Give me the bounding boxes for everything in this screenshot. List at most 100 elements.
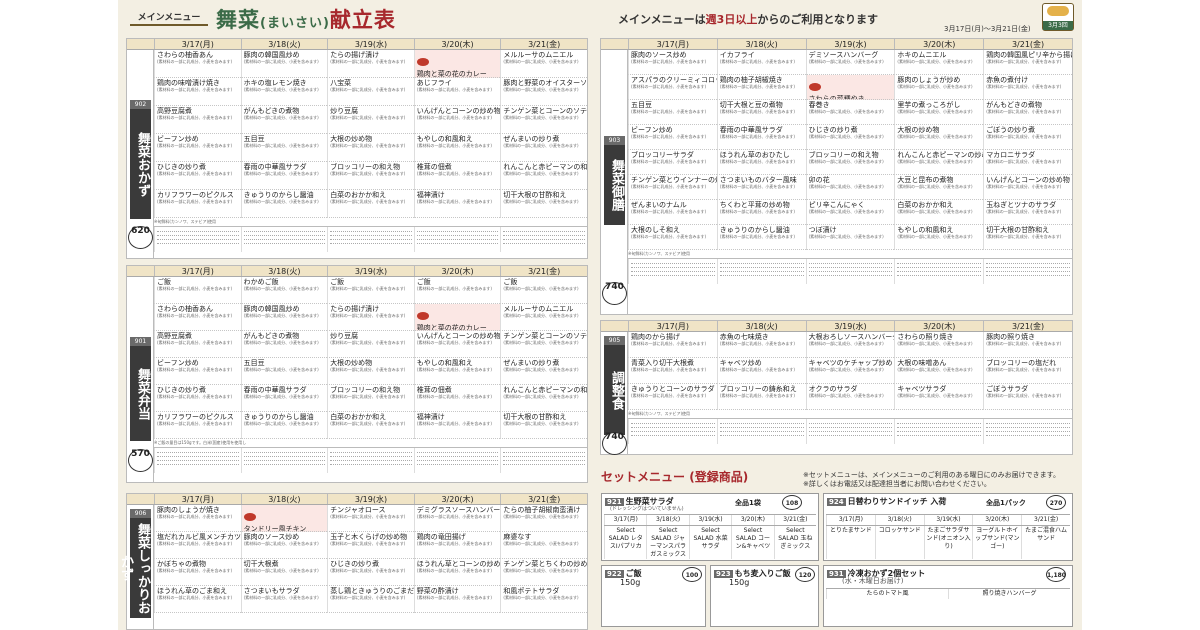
menu-cell: 春雨の中華風サラダ (素材料の一部に乳成分、小麦を含みます) bbox=[240, 385, 328, 412]
rice-box: 922 ご飯 150g 100 bbox=[601, 565, 706, 627]
dish-name: ビーフン炒め bbox=[157, 359, 239, 367]
salad-day: 3/18(火) bbox=[646, 515, 688, 525]
dish-note: (素材料の一部に乳成分、小麦を含みます) bbox=[897, 341, 973, 346]
nutrition-line bbox=[897, 262, 982, 264]
menu-cell: 切干大根の甘酢和え (素材料の一部に乳成分、小麦を含みます) bbox=[500, 190, 587, 218]
menu-cell: キャベツ炒め (素材料の一部に乳成分、小麦を含みます) bbox=[716, 358, 806, 384]
nutrition-line bbox=[157, 234, 239, 236]
dish-name: イカフライ bbox=[720, 51, 804, 59]
recommend-icon bbox=[243, 512, 256, 521]
menu-cell: 炒り豆腐 (素材料の一部に乳成分、小麦を含みます) bbox=[327, 331, 414, 358]
dish-text: ご飯 bbox=[330, 278, 345, 286]
salad-day: 3/17(月) bbox=[604, 515, 646, 525]
dish-text: 春雨の中華風サラダ bbox=[243, 386, 307, 394]
menu-grid: 豚肉のソース炒め (素材料の一部に乳成分、小麦を含みます) イカフライ (素材料の一部… bbox=[628, 50, 1072, 250]
nutrition-cell bbox=[327, 227, 414, 252]
date-range: 3月17日(月)〜3月21日(金) bbox=[944, 25, 1031, 33]
dish-text: ビーフン炒め bbox=[157, 359, 199, 367]
nutrition-line bbox=[986, 274, 1070, 276]
dish-text: さわらの照り焼き bbox=[897, 333, 954, 341]
title-sub: 献立表 bbox=[329, 8, 396, 32]
nutrition-cell bbox=[716, 419, 806, 444]
dish-text: ビーフン炒め bbox=[157, 135, 199, 143]
dish-text: がんもどきの煮物 bbox=[986, 101, 1042, 109]
sandwich-item: たまごサラダサンド(オニオン入り) bbox=[923, 526, 973, 559]
dish-name: 鶏肉と菜の花のカレー bbox=[417, 70, 499, 77]
menu-cell: 赤魚の煮付け (素材料の一部に乳成分、小麦を含みます) bbox=[983, 75, 1072, 100]
day-header: 3/21(金) bbox=[500, 39, 587, 49]
dish-note: (素材料の一部に乳成分、小麦を含みます) bbox=[503, 340, 579, 345]
nutrition-line bbox=[897, 426, 982, 428]
dish-name: 春雨の中華風サラダ bbox=[720, 126, 804, 134]
day-header-spacer bbox=[601, 39, 628, 49]
nutrition-line bbox=[157, 230, 239, 232]
recommend-icon bbox=[416, 57, 429, 66]
dish-note: (素材料の一部に乳成分、小麦を含みます) bbox=[897, 134, 973, 139]
nutrition-line bbox=[897, 270, 982, 272]
dish-note: (素材料の一部に乳成分、小麦を含みます) bbox=[416, 171, 492, 176]
day-header: 3/20(木) bbox=[413, 39, 501, 49]
dish-note: (素材料の一部に乳成分、小麦を含みます) bbox=[503, 568, 579, 573]
nutrition-line bbox=[330, 463, 412, 465]
dish-text: ビーフン炒め bbox=[631, 126, 673, 134]
nutrition-cell bbox=[413, 448, 501, 473]
nutrition-row bbox=[628, 258, 1072, 284]
menu-cell: いんげんとコーンの炒め物 (素材料の一部に乳成分、小麦を含みます) bbox=[413, 331, 501, 358]
nutrition-line bbox=[416, 459, 499, 461]
dish-name: ごぼうの炒り煮 bbox=[986, 126, 1070, 134]
dish-note: (素材料の一部に乳成分、小麦を含みます) bbox=[808, 134, 884, 139]
menu-cell: ぜんまいの炒り煮 (素材料の一部に乳成分、小麦を含みます) bbox=[500, 358, 587, 385]
nutrition-cell bbox=[240, 448, 328, 473]
nutrition-line bbox=[719, 270, 804, 272]
salad-day: 3/20(木) bbox=[731, 515, 773, 525]
dish-note: (素材料の一部に乳成分、小麦を含みます) bbox=[719, 341, 795, 346]
salad-item: Select SALAD 水菜サラダ bbox=[688, 526, 731, 559]
menu-cell: 麻婆なす (素材料の一部に乳成分、小麦を含みます) bbox=[500, 532, 587, 559]
dish-name: 野菜の酢漬け bbox=[417, 587, 499, 595]
nutrition-line bbox=[416, 230, 499, 232]
menu-cell: 鶏肉の柚子胡椒焼き (素材料の一部に乳成分、小麦を含みます) bbox=[716, 75, 806, 100]
dish-note: (素材料の一部に乳成分、小麦を含みます) bbox=[986, 184, 1062, 189]
dish-text: チンゲン菜とコーンのソテー bbox=[503, 107, 587, 115]
dish-text: デミグラスソースハンバーグ bbox=[416, 506, 501, 514]
dish-note: (素材料の一部に乳成分、小麦を含みます) bbox=[503, 87, 579, 92]
menu-cell: きゅうりのからし醤油 (素材料の一部に乳成分、小麦を含みます) bbox=[716, 225, 806, 250]
set-title-sub: (登録商品) bbox=[689, 470, 749, 484]
dish-note: (素材料の一部に乳成分、小麦を含みます) bbox=[503, 541, 579, 546]
dish-text: れんこんと赤ピーマンの炒め物 bbox=[897, 151, 983, 159]
dish-name: きゅうりのからし醤油 bbox=[244, 191, 326, 199]
category-code: 903 bbox=[604, 136, 625, 145]
salad-label: 全品1袋 bbox=[735, 499, 761, 507]
price-value: 740 bbox=[605, 282, 624, 292]
day-header: 3/20(木) bbox=[413, 266, 501, 276]
dish-text: 椎茸の佃煮 bbox=[416, 386, 452, 394]
dish-note: (素材料の一部に乳成分、小麦を含みます) bbox=[243, 394, 319, 399]
nutrition-line bbox=[330, 238, 412, 240]
dish-name: 春巻き bbox=[809, 101, 893, 109]
dish-text: ぜんまいのナムル bbox=[631, 201, 687, 209]
menu-cell: ぜんまいのナムル (素材料の一部に乳成分、小麦を含みます) bbox=[628, 200, 717, 225]
dish-name: ごぼうサラダ bbox=[986, 385, 1070, 393]
category-code: 902 bbox=[130, 100, 151, 109]
sandwich-tag: 入荷 bbox=[930, 497, 947, 506]
menu-cell: カリフラワーのピクルス (素材料の一部に乳成分、小麦を含みます) bbox=[154, 190, 241, 218]
nutrition-cell bbox=[500, 448, 587, 473]
dish-name: がんもどきの煮物 bbox=[986, 101, 1070, 109]
nutrition-line bbox=[719, 434, 804, 436]
nutrition-line bbox=[503, 238, 585, 240]
menu-cell: 鶏肉と菜の花のカレー(素材料の一部に乳成分、小麦を含みます) bbox=[413, 304, 501, 331]
dish-note: (素材料の一部に乳成分、小麦を含みます) bbox=[330, 199, 406, 204]
dish-name: オクラのサラダ bbox=[809, 385, 893, 393]
category-band: 906 舞菜しっかりおかず bbox=[118, 505, 154, 629]
dish-text: さわらの柚香あん bbox=[157, 51, 213, 59]
dish-text: キャベツのケチャップ炒め bbox=[808, 359, 893, 367]
dish-note: (素材料の一部に乳成分、小麦を含みます) bbox=[808, 367, 884, 372]
menu-sheet: メインメニュー 舞菜(まいさい)献立表 メインメニューは週3日以上からのご利用と… bbox=[118, 0, 1082, 630]
rice-price-badge: 100 bbox=[682, 567, 702, 582]
day-header: 3/21(金) bbox=[500, 266, 587, 276]
gozen-block: 3/17(月) 3/18(火) 3/19(水) 3/20(木) 3/21(金) 903 舞菜… bbox=[600, 38, 1073, 315]
dish-name: あじフライ bbox=[417, 79, 499, 87]
nutrition-line bbox=[416, 455, 499, 457]
dish-name: つぼ漬け bbox=[809, 226, 893, 234]
dish-name: デミソースハンバーグ bbox=[809, 51, 893, 59]
